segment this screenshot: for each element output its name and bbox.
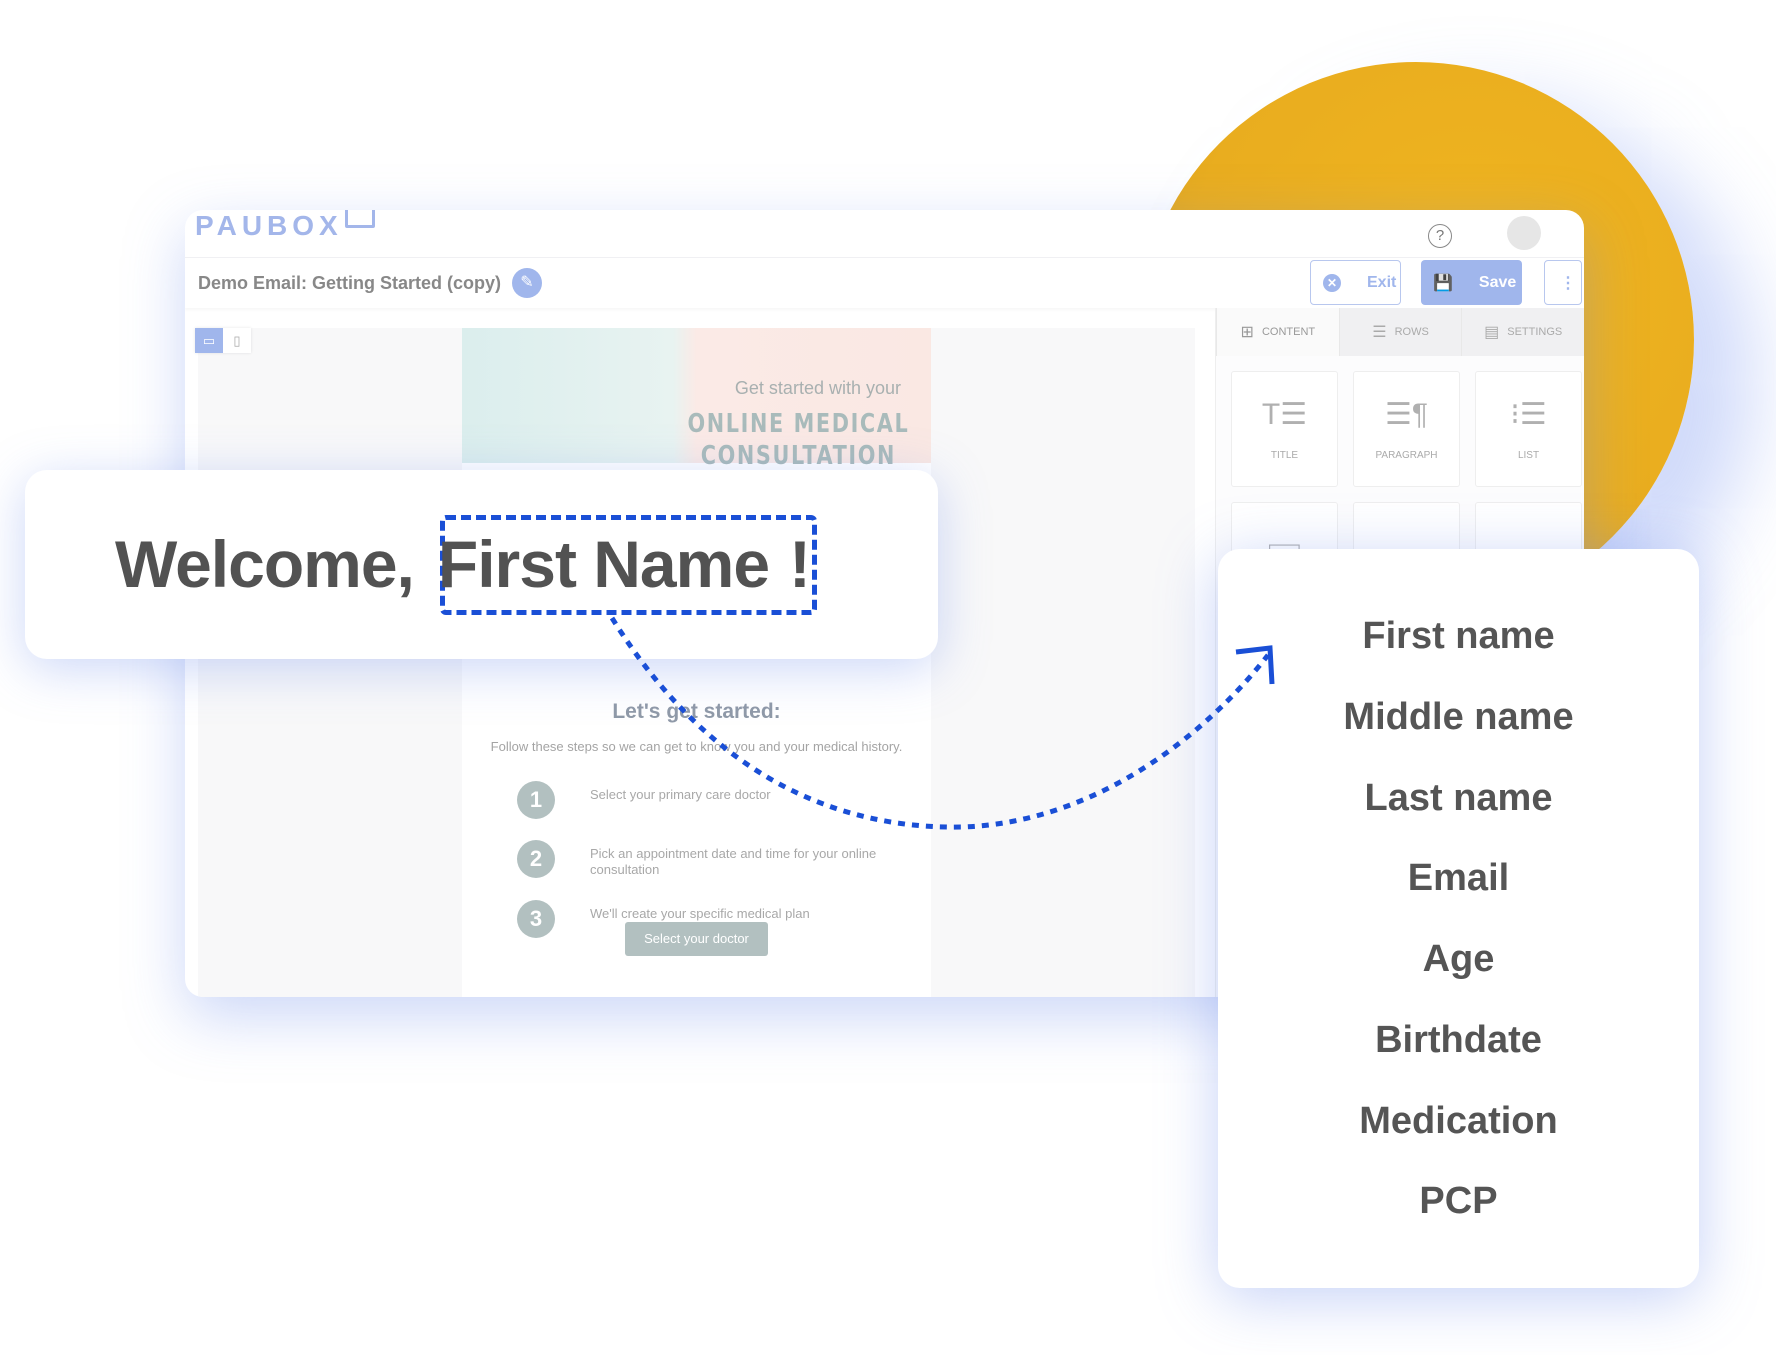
dotted-arrow xyxy=(609,616,1275,830)
arrowhead-icon xyxy=(1235,645,1275,685)
arrow-path xyxy=(609,616,1270,830)
